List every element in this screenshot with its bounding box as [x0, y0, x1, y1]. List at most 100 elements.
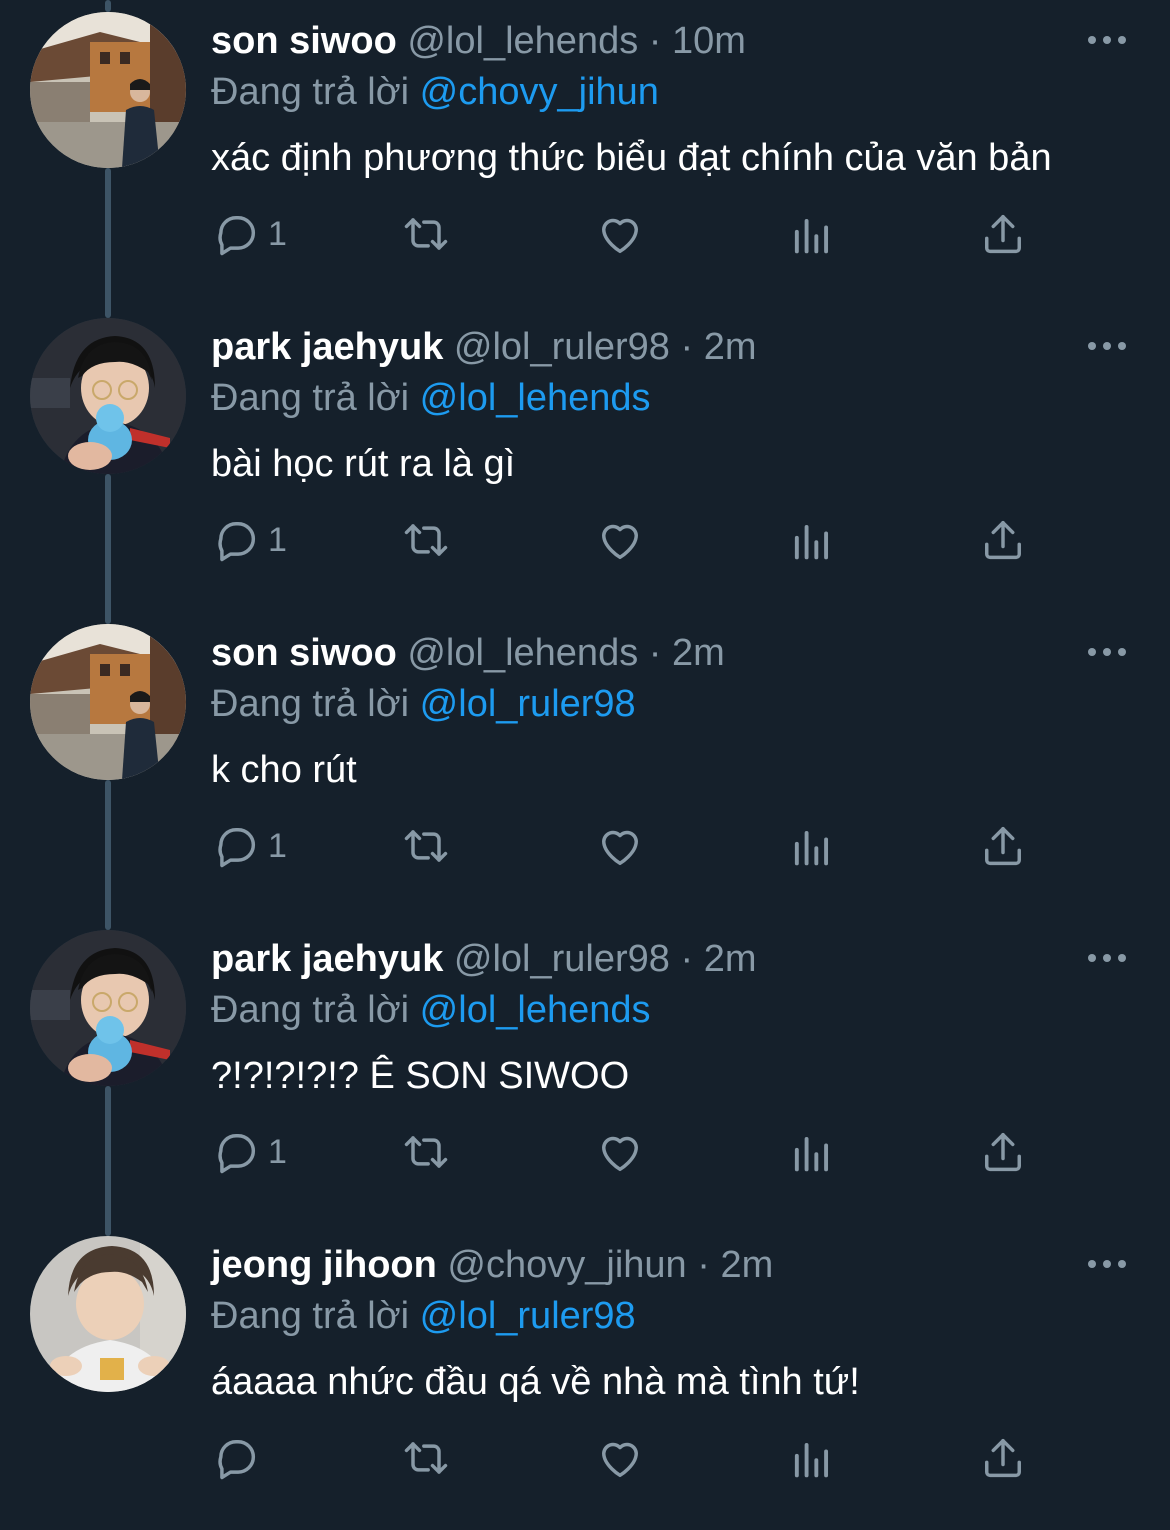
separator-dot: · [648, 20, 662, 62]
replying-to: Đang trả lời @lol_lehends [211, 985, 651, 1035]
separator-dot: · [680, 326, 694, 368]
share-icon [985, 1438, 1021, 1478]
display-name[interactable]: son siwoo [211, 632, 397, 674]
reply-count: 1 [268, 521, 287, 559]
avatar[interactable] [30, 1236, 186, 1392]
share-button[interactable] [977, 1122, 1029, 1182]
tweet[interactable]: park jaehyuk @lol_ruler98 · 2m Đang trả … [0, 306, 1170, 612]
like-button[interactable] [594, 1122, 646, 1182]
reply-button[interactable] [210, 1428, 268, 1488]
tweet-actions: 1 [0, 1122, 1170, 1182]
separator-dot: · [648, 632, 662, 674]
like-icon [602, 830, 638, 866]
mention-link[interactable]: @lol_lehends [420, 377, 651, 419]
tweet-header: park jaehyuk @lol_ruler98 · 2m [211, 934, 757, 984]
reply-count: 1 [268, 827, 287, 865]
mention-link[interactable]: @lol_lehends [420, 989, 651, 1031]
share-button[interactable] [977, 1428, 1029, 1488]
display-name[interactable]: park jaehyuk [211, 938, 443, 980]
stats-button[interactable] [786, 1122, 838, 1182]
retweet-button[interactable] [400, 1428, 452, 1488]
reply-button[interactable]: 1 [210, 204, 287, 264]
timestamp[interactable]: 2m [704, 326, 757, 368]
mention-link[interactable]: @lol_ruler98 [420, 1295, 636, 1337]
tweet[interactable]: son siwoo @lol_lehends · 10m Đang trả lờ… [0, 0, 1170, 306]
replying-to: Đang trả lời @lol_lehends [211, 373, 651, 423]
like-button[interactable] [594, 1428, 646, 1488]
share-icon [985, 1132, 1021, 1172]
replying-to: Đang trả lời @chovy_jihun [211, 67, 659, 117]
more-icon[interactable] [1084, 22, 1130, 58]
tweet-text: k cho rút [211, 749, 357, 791]
user-handle[interactable]: @chovy_jihun [447, 1244, 686, 1286]
stats-icon [794, 831, 829, 866]
retweet-icon [404, 1136, 448, 1168]
more-icon[interactable] [1084, 940, 1130, 976]
stats-button[interactable] [786, 816, 838, 876]
tweet[interactable]: jeong jihoon @chovy_jihun · 2m Đang trả … [0, 1224, 1170, 1530]
reply-icon [218, 1440, 255, 1480]
share-button[interactable] [977, 816, 1029, 876]
share-button[interactable] [977, 510, 1029, 570]
stats-button[interactable] [786, 204, 838, 264]
reply-button[interactable]: 1 [210, 510, 287, 570]
replying-to-label: Đang trả lời [211, 1295, 410, 1337]
reply-button[interactable]: 1 [210, 816, 287, 876]
user-handle[interactable]: @lol_lehends [407, 632, 638, 674]
timestamp[interactable]: 2m [672, 632, 725, 674]
user-handle[interactable]: @lol_ruler98 [454, 938, 670, 980]
like-button[interactable] [594, 204, 646, 264]
replying-to-label: Đang trả lời [211, 683, 410, 725]
tweet-actions: 1 [0, 204, 1170, 264]
stats-icon [794, 219, 829, 254]
tweet-header: son siwoo @lol_lehends · 10m [211, 16, 746, 66]
display-name[interactable]: park jaehyuk [211, 326, 443, 368]
more-icon[interactable] [1084, 328, 1130, 364]
avatar[interactable] [30, 318, 186, 474]
like-icon [602, 218, 638, 254]
avatar[interactable] [30, 624, 186, 780]
avatar[interactable] [30, 930, 186, 1086]
more-icon[interactable] [1084, 1246, 1130, 1282]
separator-dot: · [680, 938, 694, 980]
avatar[interactable] [30, 12, 186, 168]
timestamp[interactable]: 2m [720, 1244, 773, 1286]
tweet-header: son siwoo @lol_lehends · 2m [211, 628, 725, 678]
share-button[interactable] [977, 204, 1029, 264]
reply-icon [218, 828, 255, 868]
share-icon [985, 826, 1021, 866]
retweet-button[interactable] [400, 816, 452, 876]
like-button[interactable] [594, 510, 646, 570]
display-name[interactable]: son siwoo [211, 20, 397, 62]
more-icon[interactable] [1084, 634, 1130, 670]
retweet-button[interactable] [400, 204, 452, 264]
retweet-button[interactable] [400, 1122, 452, 1182]
user-handle[interactable]: @lol_ruler98 [454, 326, 670, 368]
tweet-actions: 1 [0, 816, 1170, 876]
stats-button[interactable] [786, 510, 838, 570]
like-icon [602, 524, 638, 560]
retweet-icon [404, 1442, 448, 1474]
tweet-text: ?!?!?!?!? Ê SON SIWOO [211, 1055, 630, 1097]
reply-count: 1 [268, 215, 287, 253]
reply-icon [218, 522, 255, 562]
mention-link[interactable]: @chovy_jihun [420, 71, 659, 113]
tweet[interactable]: park jaehyuk @lol_ruler98 · 2m Đang trả … [0, 918, 1170, 1224]
user-handle[interactable]: @lol_lehends [407, 20, 638, 62]
like-icon [602, 1136, 638, 1172]
mention-link[interactable]: @lol_ruler98 [420, 683, 636, 725]
timestamp[interactable]: 2m [704, 938, 757, 980]
tweet[interactable]: son siwoo @lol_lehends · 2m Đang trả lời… [0, 612, 1170, 918]
reply-button[interactable]: 1 [210, 1122, 287, 1182]
separator-dot: · [697, 1244, 710, 1286]
tweet-text: áaaaa nhức đầu qá về nhà mà tình tứ! [211, 1361, 860, 1403]
replying-to: Đang trả lời @lol_ruler98 [211, 1291, 636, 1341]
timestamp[interactable]: 10m [672, 20, 746, 62]
retweet-icon [404, 524, 448, 556]
replying-to-label: Đang trả lời [211, 989, 410, 1031]
stats-button[interactable] [786, 1428, 838, 1488]
replying-to-label: Đang trả lời [211, 377, 410, 419]
retweet-button[interactable] [400, 510, 452, 570]
like-button[interactable] [594, 816, 646, 876]
display-name[interactable]: jeong jihoon [211, 1244, 437, 1286]
